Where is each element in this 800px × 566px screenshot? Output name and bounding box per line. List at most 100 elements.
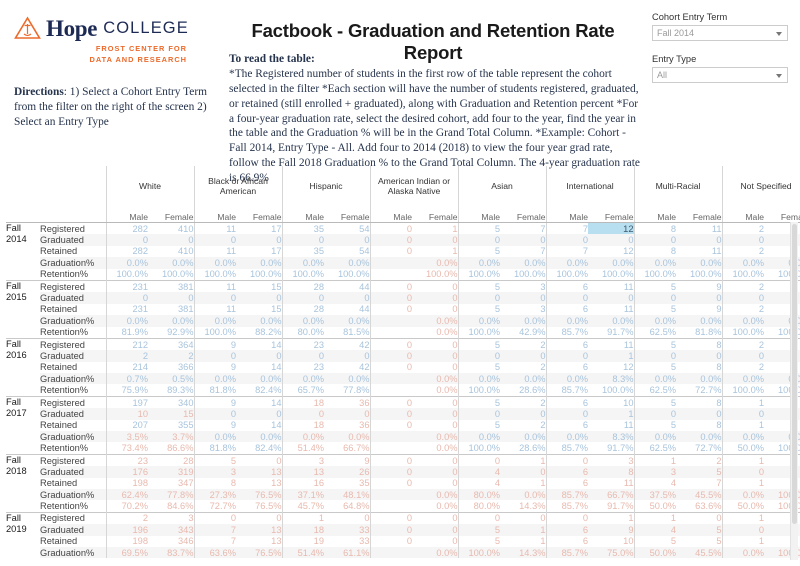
table-cell[interactable]: 13 <box>236 478 282 489</box>
table-cell[interactable]: 28.6% <box>500 442 546 454</box>
table-cell[interactable]: 11 <box>193 222 236 235</box>
table-cell[interactable]: 88.2% <box>236 327 282 339</box>
table-cell[interactable]: 5 <box>633 279 677 293</box>
table-cell[interactable]: 0 <box>633 292 677 304</box>
table-cell[interactable]: 63.6% <box>193 546 236 559</box>
table-cell[interactable]: 0 <box>324 350 371 362</box>
table-cell[interactable]: 5 <box>633 419 677 432</box>
table-cell[interactable]: 2 <box>500 395 547 409</box>
table-cell[interactable]: 44 <box>324 304 370 315</box>
table-cell[interactable]: 5 <box>457 245 501 258</box>
table-cell[interactable]: 84.6% <box>148 500 194 512</box>
table-cell[interactable]: 100.0% <box>193 326 236 339</box>
table-cell[interactable]: 54 <box>324 222 371 235</box>
table-cell[interactable]: 17 <box>236 246 282 257</box>
table-cell[interactable]: 1 <box>500 536 546 547</box>
table-cell[interactable]: 8 <box>676 362 722 373</box>
table-cell[interactable]: 42 <box>324 362 370 373</box>
table-cell[interactable]: 100.0% <box>457 384 501 397</box>
table-cell[interactable]: 14 <box>236 395 283 409</box>
table-cell[interactable]: 0.0% <box>236 257 283 269</box>
table-cell[interactable]: 0 <box>412 395 459 409</box>
table-cell[interactable]: 23 <box>105 453 148 467</box>
table-cell[interactable]: 100.0% <box>148 269 194 281</box>
table-cell[interactable] <box>369 315 413 327</box>
table-cell[interactable]: 0.0% <box>676 373 723 385</box>
table-cell[interactable]: 100.0% <box>457 326 501 339</box>
table-cell[interactable]: 0 <box>369 292 413 304</box>
table-cell[interactable]: 6 <box>545 361 589 374</box>
table-cell[interactable]: 3 <box>193 466 236 478</box>
table-cell[interactable]: 7 <box>676 478 722 489</box>
table-cell[interactable]: 8.3% <box>588 431 635 443</box>
table-cell[interactable]: 15 <box>148 408 194 420</box>
table-cell[interactable]: 82.4% <box>236 384 282 396</box>
table-cell[interactable]: 7 <box>193 535 236 547</box>
table-cell[interactable]: 0 <box>721 408 765 420</box>
table-cell[interactable]: 0 <box>369 234 413 246</box>
table-cell[interactable]: 0 <box>457 511 501 525</box>
table-cell[interactable]: 2 <box>148 350 194 362</box>
table-cell[interactable]: 0 <box>412 511 459 525</box>
table-cell[interactable]: 0 <box>457 292 501 304</box>
table-cell[interactable]: 9 <box>676 304 722 315</box>
table-cell[interactable]: 1 <box>633 511 677 525</box>
table-cell[interactable]: 0.0% <box>193 257 236 269</box>
table-cell[interactable]: 0 <box>369 361 413 374</box>
table-cell[interactable]: 3 <box>588 453 635 467</box>
table-cell[interactable]: 0.0% <box>721 315 765 327</box>
table-cell[interactable]: 1 <box>588 408 635 420</box>
table-cell[interactable]: 0 <box>193 234 236 246</box>
table-cell[interactable]: 9 <box>193 337 236 351</box>
table-cell[interactable]: 0 <box>457 234 501 246</box>
table-cell[interactable]: 42.9% <box>500 327 546 339</box>
table-cell[interactable]: 0 <box>545 511 589 525</box>
table-cell[interactable]: 0.0% <box>500 315 547 327</box>
table-cell[interactable]: 7 <box>193 524 236 536</box>
table-cell[interactable]: 11 <box>588 420 634 431</box>
table-cell[interactable]: 6 <box>545 395 589 409</box>
table-cell[interactable]: 197 <box>105 395 148 409</box>
table-cell[interactable]: 35 <box>281 245 325 258</box>
vertical-scrollbar[interactable] <box>790 222 798 560</box>
table-cell[interactable]: 0 <box>588 234 635 246</box>
table-cell[interactable]: 5 <box>457 535 501 547</box>
table-cell[interactable]: 0.0% <box>193 431 236 443</box>
table-cell[interactable]: 0.0% <box>457 373 501 385</box>
table-cell[interactable]: 0 <box>545 408 589 420</box>
table-cell[interactable]: 33 <box>324 536 370 547</box>
table-cell[interactable]: 77.8% <box>324 384 370 396</box>
table-cell[interactable]: 11 <box>588 304 634 315</box>
table-cell[interactable]: 80.0% <box>281 326 325 339</box>
table-cell[interactable]: 0.0% <box>105 257 148 269</box>
table-cell[interactable]: 231 <box>105 279 148 293</box>
table-cell[interactable]: 81.8% <box>193 442 236 455</box>
table-cell[interactable]: 85.7% <box>545 384 589 397</box>
table-cell[interactable]: 28.6% <box>500 384 546 396</box>
table-cell[interactable]: 10 <box>588 536 634 547</box>
table-cell[interactable]: 0 <box>369 511 413 525</box>
table-cell[interactable]: 9 <box>588 524 635 536</box>
table-cell[interactable]: 7 <box>500 246 546 257</box>
table-cell[interactable]: 72.7% <box>676 384 722 396</box>
table-cell[interactable]: 0 <box>236 511 283 525</box>
table-cell[interactable]: 72.7% <box>676 442 722 454</box>
table-cell[interactable]: 0.0% <box>193 315 236 327</box>
table-cell[interactable]: 0.0% <box>281 373 325 385</box>
table-cell[interactable]: 212 <box>105 337 148 351</box>
table-cell[interactable]: 5 <box>457 395 501 409</box>
table-cell[interactable] <box>369 257 413 269</box>
table-cell[interactable]: 9 <box>193 361 236 374</box>
table-cell[interactable]: 0 <box>369 395 413 409</box>
table-cell[interactable]: 28 <box>148 453 194 467</box>
table-cell[interactable]: 0.0% <box>412 500 458 512</box>
table-cell[interactable]: 0 <box>324 511 371 525</box>
table-cell[interactable]: 1 <box>721 477 765 489</box>
table-cell[interactable]: 0 <box>676 511 723 525</box>
table-cell[interactable]: 410 <box>148 222 194 235</box>
table-cell[interactable]: 9 <box>193 395 236 409</box>
table-cell[interactable]: 0.0% <box>545 373 589 385</box>
table-cell[interactable]: 37.1% <box>281 488 325 501</box>
table-cell[interactable] <box>369 488 413 501</box>
table-cell[interactable]: 100.0% <box>500 269 546 281</box>
